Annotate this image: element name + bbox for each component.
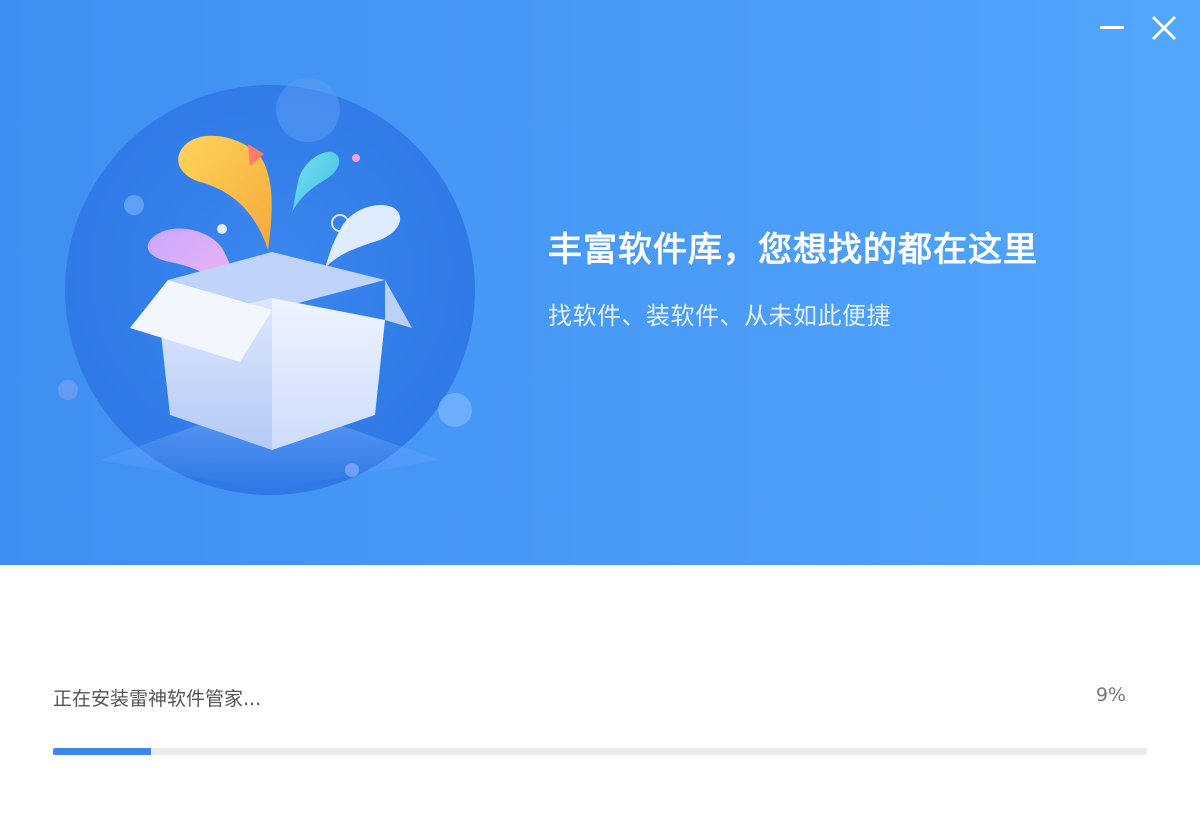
installer-window: 丰富软件库，您想找的都在这里 找软件、装软件、从未如此便捷 正在安装雷神软件管家… xyxy=(0,0,1200,840)
progress-bar-fill xyxy=(53,748,152,755)
gift-box-icon xyxy=(58,78,475,495)
install-progress-panel: 正在安装雷神软件管家... 9% xyxy=(0,565,1200,840)
progress-bar xyxy=(53,748,1147,755)
install-percent: 9% xyxy=(1095,684,1126,706)
hero-banner: 丰富软件库，您想找的都在这里 找软件、装软件、从未如此便捷 xyxy=(0,0,1200,565)
close-button[interactable] xyxy=(1146,10,1182,46)
install-status-text: 正在安装雷神软件管家... xyxy=(53,688,262,710)
close-icon xyxy=(1151,15,1177,41)
banner-subline: 找软件、装软件、从未如此便捷 xyxy=(548,302,891,330)
minimize-icon xyxy=(1100,26,1124,29)
minimize-button[interactable] xyxy=(1094,10,1130,46)
banner-headline: 丰富软件库，您想找的都在这里 xyxy=(548,230,1038,270)
